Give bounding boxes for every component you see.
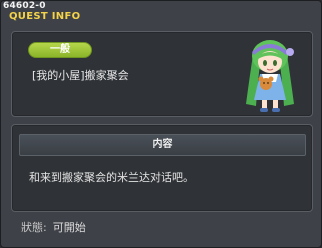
quest-description: 和来到搬家聚会的米兰达对话吧。 <box>29 171 194 184</box>
quest-info-window: 64602-0 QUEST INFO 一般 [我的小屋]搬家聚会 内容 和来到搬… <box>0 0 322 248</box>
quest-status: 狀態: 可開始 <box>21 220 86 236</box>
quest-content-panel: 内容 和来到搬家聚会的米兰达对话吧。 <box>11 124 313 212</box>
status-value: 可開始 <box>52 221 86 234</box>
window-title: QUEST INFO <box>9 11 81 22</box>
quest-category-badge: 一般 <box>28 42 92 58</box>
quest-summary-panel: 一般 [我的小屋]搬家聚会 <box>11 31 313 117</box>
npc-girl-green-hair-icon <box>246 40 294 112</box>
quest-name: [我的小屋]搬家聚会 <box>32 69 129 82</box>
content-section-header: 内容 <box>19 134 306 156</box>
quest-id: 64602-0 <box>3 1 46 11</box>
status-label: 狀態: <box>21 221 47 234</box>
